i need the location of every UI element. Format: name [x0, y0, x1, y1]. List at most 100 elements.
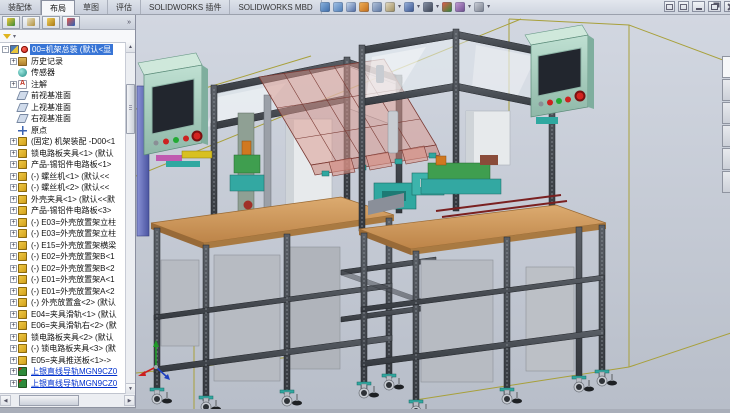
task-pane-tab[interactable]	[722, 148, 730, 170]
configurationmanager-tab[interactable]	[42, 16, 60, 29]
expand-toggle-icon[interactable]: +	[10, 265, 17, 272]
tree-item[interactable]: -00=机架总装 (默认<显	[0, 44, 135, 56]
tree-item[interactable]: +E06=夹具滑轨右<2> (默	[0, 320, 135, 332]
tab-装配体[interactable]: 装配体	[0, 0, 41, 14]
displaymanager-tab[interactable]	[62, 16, 80, 29]
expand-toggle-icon[interactable]: -	[2, 46, 9, 53]
apply-scene-dropdown-arrow-icon[interactable]: ▾	[468, 2, 471, 12]
tree-item[interactable]: +(-) 螺丝机<1> (默认<<	[0, 171, 135, 183]
expand-toggle-icon[interactable]: +	[10, 357, 17, 364]
expand-toggle-icon[interactable]: +	[10, 207, 17, 214]
apply-scene-icon[interactable]	[455, 2, 465, 12]
tab-SOLIDWORKS 插件[interactable]: SOLIDWORKS 插件	[141, 0, 230, 14]
tree-item[interactable]: +(固定) 机架装配 -D00<1	[0, 136, 135, 148]
emergency-stop-button[interactable]	[194, 133, 201, 140]
expand-toggle-icon[interactable]: +	[10, 345, 17, 352]
tree-item[interactable]: 前视基准面	[0, 90, 135, 102]
red-button[interactable]	[163, 139, 169, 145]
hscroll-left-arrow-icon[interactable]: ◀	[0, 395, 11, 406]
tree-item[interactable]: +历史记录	[0, 56, 135, 68]
section-view-icon[interactable]	[346, 2, 356, 12]
edit-appearance-icon[interactable]	[442, 2, 452, 12]
tree-item[interactable]: +(-) E15=外壳放置架横梁	[0, 240, 135, 252]
panel-knob[interactable]	[154, 141, 159, 146]
hide-show-items-dropdown-arrow-icon[interactable]: ▾	[436, 2, 439, 12]
screw-machine-right[interactable]	[428, 163, 490, 180]
expand-toggle-icon[interactable]: +	[10, 81, 17, 88]
screwdriver-bit[interactable]	[242, 141, 251, 155]
view-orientation-icon[interactable]	[385, 2, 395, 12]
expand-toggle-icon[interactable]: +	[10, 334, 17, 341]
tree-item[interactable]: +(-) E02=外壳放置架B<1	[0, 251, 135, 263]
expand-toggle-icon[interactable]: +	[10, 58, 17, 65]
display-style-dropdown-arrow-icon[interactable]: ▾	[417, 2, 420, 12]
panel-knob[interactable]	[539, 102, 544, 107]
expand-toggle-icon[interactable]: +	[10, 380, 17, 387]
tree-item[interactable]: +(-) 外壳放置盒<2> (默认	[0, 297, 135, 309]
hscroll-thumb[interactable]	[19, 395, 79, 406]
expand-toggle-icon[interactable]: +	[10, 299, 17, 306]
doc-window-button-2[interactable]	[678, 1, 689, 12]
restore-button[interactable]	[708, 1, 721, 12]
view-settings-icon[interactable]	[474, 2, 484, 12]
expand-toggle-icon[interactable]: +	[10, 322, 17, 329]
tree-filter-row[interactable]: ▾	[0, 30, 135, 43]
screw-machine-left[interactable]	[234, 155, 260, 173]
hide-show-items-icon[interactable]	[423, 2, 433, 12]
zoom-to-fit-icon[interactable]	[333, 2, 343, 12]
close-button[interactable]	[724, 1, 730, 12]
tree-item[interactable]: 传感器	[0, 67, 135, 79]
minimize-button[interactable]	[692, 1, 705, 12]
red-button[interactable]	[547, 100, 553, 106]
tree-item[interactable]: +产品-锡铝件电路板<3>	[0, 205, 135, 217]
tab-评估[interactable]: 评估	[108, 0, 141, 14]
measure-icon[interactable]	[359, 2, 369, 12]
red-button[interactable]	[565, 97, 571, 103]
task-pane-tab[interactable]	[722, 56, 730, 78]
expand-toggle-icon[interactable]: +	[10, 219, 17, 226]
tab-SOLIDWORKS MBD[interactable]: SOLIDWORKS MBD	[230, 0, 321, 14]
tree-item[interactable]: +注解	[0, 79, 135, 91]
task-pane-tab[interactable]	[722, 102, 730, 124]
doc-window-button-1[interactable]	[664, 1, 675, 12]
expand-toggle-icon[interactable]: +	[10, 311, 17, 318]
tree-item[interactable]: +上银直线导轨MGN9CZ0	[0, 366, 135, 378]
tree-item[interactable]: +上银直线导轨MGN9CZ0	[0, 378, 135, 390]
expand-toggle-icon[interactable]: +	[10, 242, 17, 249]
3d-model-view[interactable]	[136, 15, 730, 409]
expand-toggle-icon[interactable]: +	[10, 196, 17, 203]
green-button[interactable]	[556, 98, 562, 104]
expand-toggle-icon[interactable]: +	[10, 368, 17, 375]
tree-item[interactable]: +E04=夹具滑轨<1> (默认	[0, 309, 135, 321]
display-style-icon[interactable]	[404, 2, 414, 12]
task-pane-tab[interactable]	[722, 171, 730, 193]
tree-item[interactable]: +(-) 锁电路板夹具<3> (默	[0, 343, 135, 355]
expand-toggle-icon[interactable]: +	[10, 173, 17, 180]
vscroll-thumb[interactable]	[126, 84, 135, 134]
tree-item[interactable]: +(-) E01=外壳放置架A<2	[0, 286, 135, 298]
tree-item[interactable]: 右视基准面	[0, 113, 135, 125]
mass-properties-icon[interactable]	[372, 2, 382, 12]
expand-toggle-icon[interactable]: +	[10, 161, 17, 168]
tree-item[interactable]: +(-) E03=外壳放置架立柱	[0, 217, 135, 229]
filter-dropdown-arrow-icon[interactable]: ▾	[13, 33, 16, 40]
green-button[interactable]	[173, 137, 179, 143]
tree-horizontal-scrollbar[interactable]: ◀ ▶	[0, 393, 135, 407]
tree-item[interactable]: +(-) E02=外壳放置架B<2	[0, 263, 135, 275]
vscroll-up-arrow-icon[interactable]: ▲	[126, 42, 135, 53]
tree-item[interactable]: +锁电路板夹具<2> (默认	[0, 332, 135, 344]
tree-vertical-scrollbar[interactable]: ▲ ▼	[125, 42, 135, 394]
tree-item[interactable]: 上视基准面	[0, 102, 135, 114]
tab-布局[interactable]: 布局	[41, 0, 75, 15]
red-button[interactable]	[183, 136, 189, 142]
expand-toggle-icon[interactable]: +	[10, 138, 17, 145]
task-pane-tab[interactable]	[722, 79, 730, 101]
expand-toggle-icon[interactable]: +	[10, 150, 17, 157]
expand-toggle-icon[interactable]: +	[10, 253, 17, 260]
vscroll-down-arrow-icon[interactable]: ▼	[126, 383, 135, 394]
emergency-stop-button[interactable]	[577, 93, 584, 100]
graphics-area[interactable]	[136, 15, 730, 407]
tree-item[interactable]: +外壳夹具<1> (默认<<默	[0, 194, 135, 206]
expand-toggle-icon[interactable]: +	[10, 276, 17, 283]
propertymanager-tab[interactable]	[22, 16, 40, 29]
